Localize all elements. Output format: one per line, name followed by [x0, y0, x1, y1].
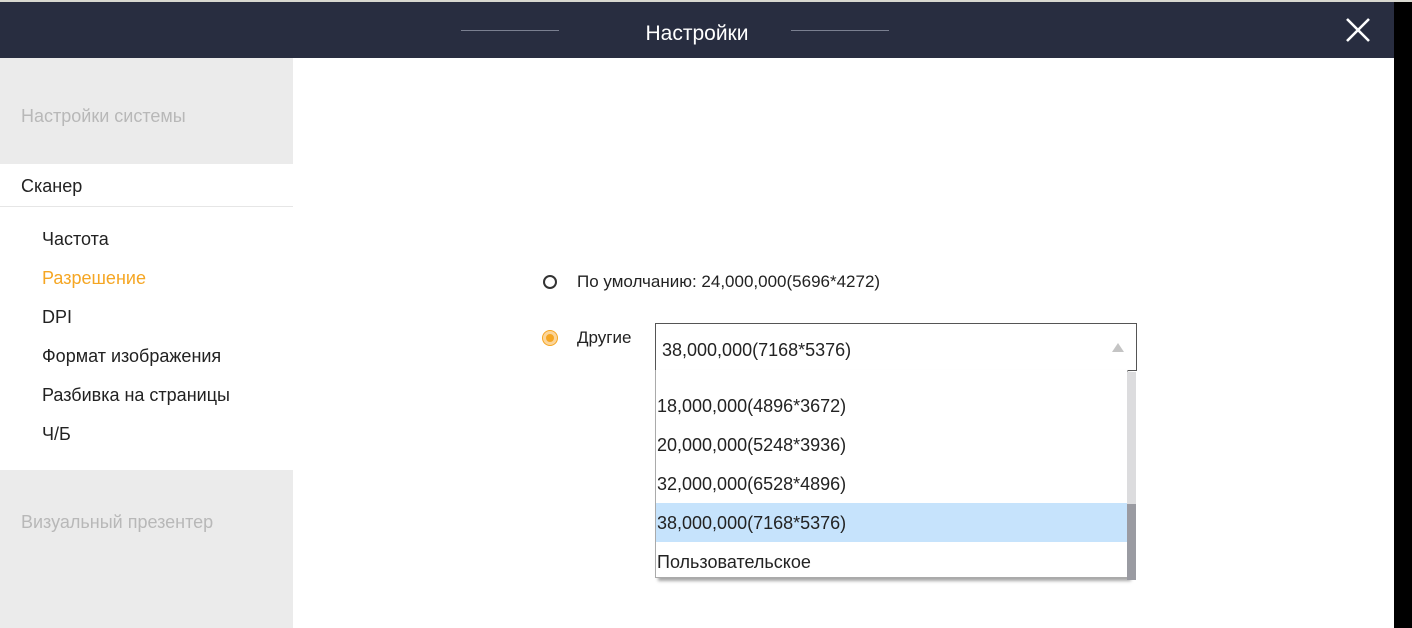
dropdown-option[interactable]: Пользовательское — [656, 542, 1127, 577]
scanner-group: Сканер Частота Разрешение DPI Формат изо… — [0, 164, 293, 470]
sidebar: Настройки системы Сканер Частота Разреше… — [0, 58, 293, 628]
dropdown-option[interactable]: 32,000,000(6528*4896) — [656, 464, 1127, 503]
sidebar-item-pagination[interactable]: Разбивка на страницы — [42, 385, 230, 406]
settings-window: Настройки Настройки системы Сканер Часто… — [0, 2, 1394, 628]
dropdown-option[interactable]: 20,000,000(5248*3936) — [656, 425, 1127, 464]
sidebar-item-image-format[interactable]: Формат изображения — [42, 346, 221, 367]
dropdown-option[interactable]: 18,000,000(4896*3672) — [656, 386, 1127, 425]
dropdown-scrollbar[interactable] — [1127, 372, 1136, 580]
sidebar-item-frequency[interactable]: Частота — [42, 229, 109, 250]
sidebar-item-resolution[interactable]: Разрешение — [42, 268, 146, 289]
radio-other[interactable] — [543, 331, 557, 345]
title-bar[interactable]: Настройки — [0, 2, 1394, 58]
radio-default[interactable] — [543, 275, 557, 289]
window-title: Настройки — [645, 22, 749, 45]
scrollbar-thumb[interactable] — [1127, 504, 1136, 580]
sidebar-section-scanner[interactable]: Сканер — [0, 164, 293, 207]
resolution-dropdown[interactable]: 38,000,000(7168*5376) — [655, 323, 1137, 371]
sidebar-section-presenter[interactable]: Визуальный презентер — [21, 512, 213, 533]
other-resolution-label: Другие — [577, 328, 632, 347]
close-icon[interactable] — [1344, 16, 1372, 44]
chevron-up-icon — [1112, 343, 1124, 352]
sidebar-item-dpi[interactable]: DPI — [42, 307, 72, 328]
dropdown-selected-value: 38,000,000(7168*5376) — [662, 340, 852, 360]
dropdown-list[interactable]: 18,000,000(4896*3672) 20,000,000(5248*39… — [655, 370, 1128, 578]
sidebar-item-bw[interactable]: Ч/Б — [42, 424, 71, 445]
dropdown-option-partial[interactable] — [656, 370, 1127, 387]
default-resolution-label: По умолчанию: 24,000,000(5696*4272) — [577, 272, 881, 291]
dropdown-option-selected[interactable]: 38,000,000(7168*5376) — [656, 503, 1127, 542]
sidebar-section-system[interactable]: Настройки системы — [21, 106, 186, 127]
